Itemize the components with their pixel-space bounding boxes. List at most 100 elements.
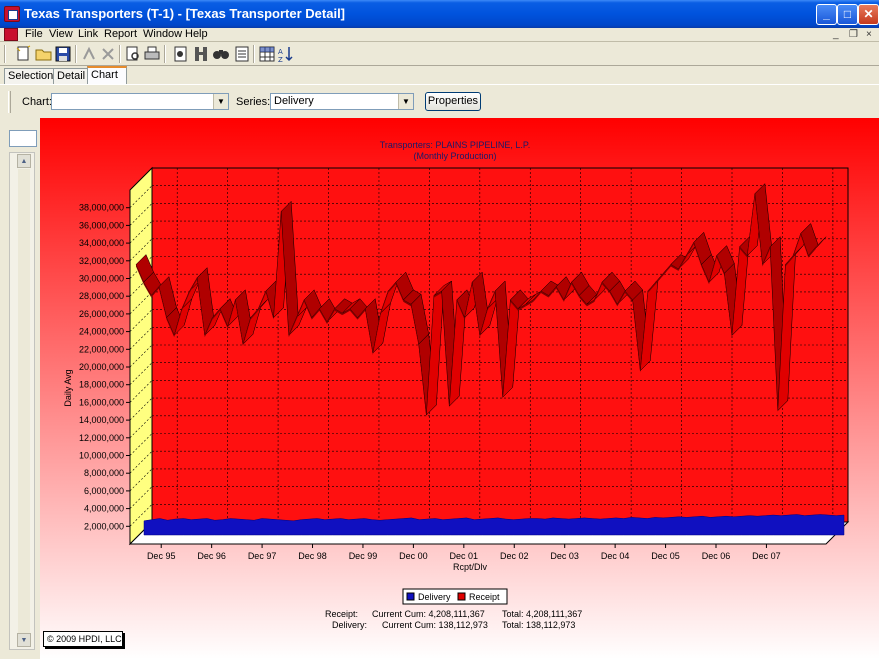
receipt-total: Total: 4,208,111,367 (502, 609, 583, 619)
y-tick-label: 22,000,000 (79, 344, 124, 354)
delete-icon[interactable] (99, 45, 117, 63)
vertical-scrollbar[interactable]: ▲ ▼ (9, 152, 35, 650)
search-icon[interactable] (212, 45, 230, 63)
y-tick-label: 26,000,000 (79, 309, 124, 319)
x-tick-label: Dec 99 (349, 551, 378, 561)
title-bar: Texas Transporters (T-1) - [Texas Transp… (0, 0, 879, 28)
properties-button[interactable]: Properties (425, 92, 481, 111)
chart-label: Chart: (22, 96, 52, 108)
delivery-stats-label: Delivery: (332, 620, 368, 630)
chart-select[interactable]: ▼ (51, 93, 229, 110)
app-icon (4, 6, 20, 22)
chevron-down-icon[interactable]: ▼ (398, 94, 413, 109)
y-tick-label: 4,000,000 (84, 504, 124, 514)
series-select[interactable]: Delivery ▼ (270, 93, 414, 110)
merge-icon[interactable] (80, 45, 98, 63)
y-tick-label: 30,000,000 (79, 274, 124, 284)
close-button[interactable]: ✕ (858, 4, 879, 25)
y-tick-label: 34,000,000 (79, 238, 124, 248)
toolbar: AZ (0, 42, 879, 66)
receipt-current-cum: Current Cum: 4,208,111,367 (372, 609, 485, 619)
x-tick-label: Dec 96 (197, 551, 226, 561)
minimize-button[interactable]: _ (816, 4, 837, 25)
x-tick-label: Dec 00 (399, 551, 428, 561)
sort-icon[interactable]: AZ (277, 45, 295, 63)
copyright-label: © 2009 HPDI, LLC (43, 631, 123, 647)
chart-svg: 2,000,000 4,000,000 6,000,000 8,000,000 10,0… (40, 118, 879, 659)
delivery-current-cum: Current Cum: 138,112,973 (382, 620, 488, 630)
scroll-up-icon[interactable]: ▲ (17, 154, 31, 168)
legend-delivery-label: Delivery (418, 592, 451, 602)
window-title: Texas Transporters (T-1) - [Texas Transp… (24, 6, 346, 21)
x-tick-label: Dec 07 (752, 551, 781, 561)
x-tick-label: Dec 01 (450, 551, 479, 561)
x-tick-label: Dec 02 (500, 551, 529, 561)
svg-text:Z: Z (278, 56, 283, 63)
maximize-button[interactable]: □ (837, 4, 858, 25)
tab-chart[interactable]: Chart (87, 66, 127, 84)
y-axis-title: Daily Avg (63, 369, 73, 406)
tab-detail[interactable]: Detail (53, 68, 90, 84)
y-tick-label: 6,000,000 (84, 486, 124, 496)
x-tick-label: Dec 95 (147, 551, 176, 561)
y-tick-label: 2,000,000 (84, 521, 124, 531)
menu-report[interactable]: Report (104, 28, 137, 41)
y-tick-label: 24,000,000 (79, 327, 124, 337)
menu-file[interactable]: File (25, 28, 43, 41)
export-icon[interactable] (172, 45, 190, 63)
left-panel: ▲ ▼ (0, 118, 40, 659)
tab-selection[interactable]: Selection (4, 68, 58, 84)
legend-receipt-label: Receipt (469, 592, 500, 602)
tab-strip: Selection Detail Chart (0, 66, 879, 84)
mdi-close-button[interactable]: × (866, 29, 872, 40)
scroll-track[interactable] (18, 169, 30, 639)
chevron-down-icon[interactable]: ▼ (213, 94, 228, 109)
open-icon[interactable] (35, 45, 53, 63)
y-tick-label: 28,000,000 (79, 291, 124, 301)
delivery-total: Total: 138,112,973 (502, 620, 576, 630)
menu-help[interactable]: Help (185, 28, 208, 41)
y-tick-label: 18,000,000 (79, 380, 124, 390)
toolbar-separator (119, 45, 121, 63)
y-tick-label: 8,000,000 (84, 468, 124, 478)
menu-window[interactable]: Window (143, 28, 182, 41)
y-tick-label: 38,000,000 (79, 203, 124, 213)
scroll-down-icon[interactable]: ▼ (17, 633, 31, 647)
grid-icon[interactable] (258, 45, 276, 63)
chart-options-bar: Chart: ▼ Series: Delivery ▼ Properties (0, 84, 879, 118)
y-tick-label: 12,000,000 (79, 433, 124, 443)
x-tick-label: Dec 04 (601, 551, 630, 561)
x-tick-label: Dec 06 (702, 551, 731, 561)
legend-receipt-swatch (457, 592, 466, 601)
chart-panel: 2,000,000 4,000,000 6,000,000 8,000,000 10,0… (40, 118, 879, 659)
mdi-minimize-button[interactable]: _ (833, 29, 839, 40)
chart-subtitle: (Monthly Production) (413, 151, 496, 161)
y-tick-label: 16,000,000 (79, 397, 124, 407)
report-icon[interactable] (233, 45, 251, 63)
toolbar-separator (164, 45, 166, 63)
print-preview-icon[interactable] (124, 45, 142, 63)
y-tick-label: 14,000,000 (79, 415, 124, 425)
menu-link[interactable]: Link (78, 28, 98, 41)
toolbar-separator (75, 45, 77, 63)
mdi-restore-button[interactable]: ❐ (849, 29, 858, 40)
x-tick-label: Dec 98 (298, 551, 327, 561)
x-tick-label: Dec 97 (248, 551, 277, 561)
y-tick-label: 20,000,000 (79, 362, 124, 372)
legend: Delivery Receipt (402, 588, 508, 605)
new-icon[interactable] (14, 45, 32, 63)
legend-delivery-swatch (406, 592, 415, 601)
save-icon[interactable] (54, 45, 72, 63)
record-input[interactable] (9, 130, 37, 147)
svg-text:A: A (278, 48, 283, 56)
y-tick-label: 32,000,000 (79, 256, 124, 266)
print-icon[interactable] (143, 45, 161, 63)
chart-title: Transporters: PLAINS PIPELINE, L.P. (380, 140, 531, 150)
y-tick-label: 10,000,000 (79, 451, 124, 461)
x-tick-label: Dec 05 (651, 551, 680, 561)
pipeline-icon[interactable] (192, 45, 210, 63)
menu-bar: File View Link Report Window Help _ ❐ × (0, 28, 879, 42)
menu-view[interactable]: View (49, 28, 73, 41)
document-icon[interactable] (4, 28, 18, 41)
receipt-stats-label: Receipt: (325, 609, 359, 619)
